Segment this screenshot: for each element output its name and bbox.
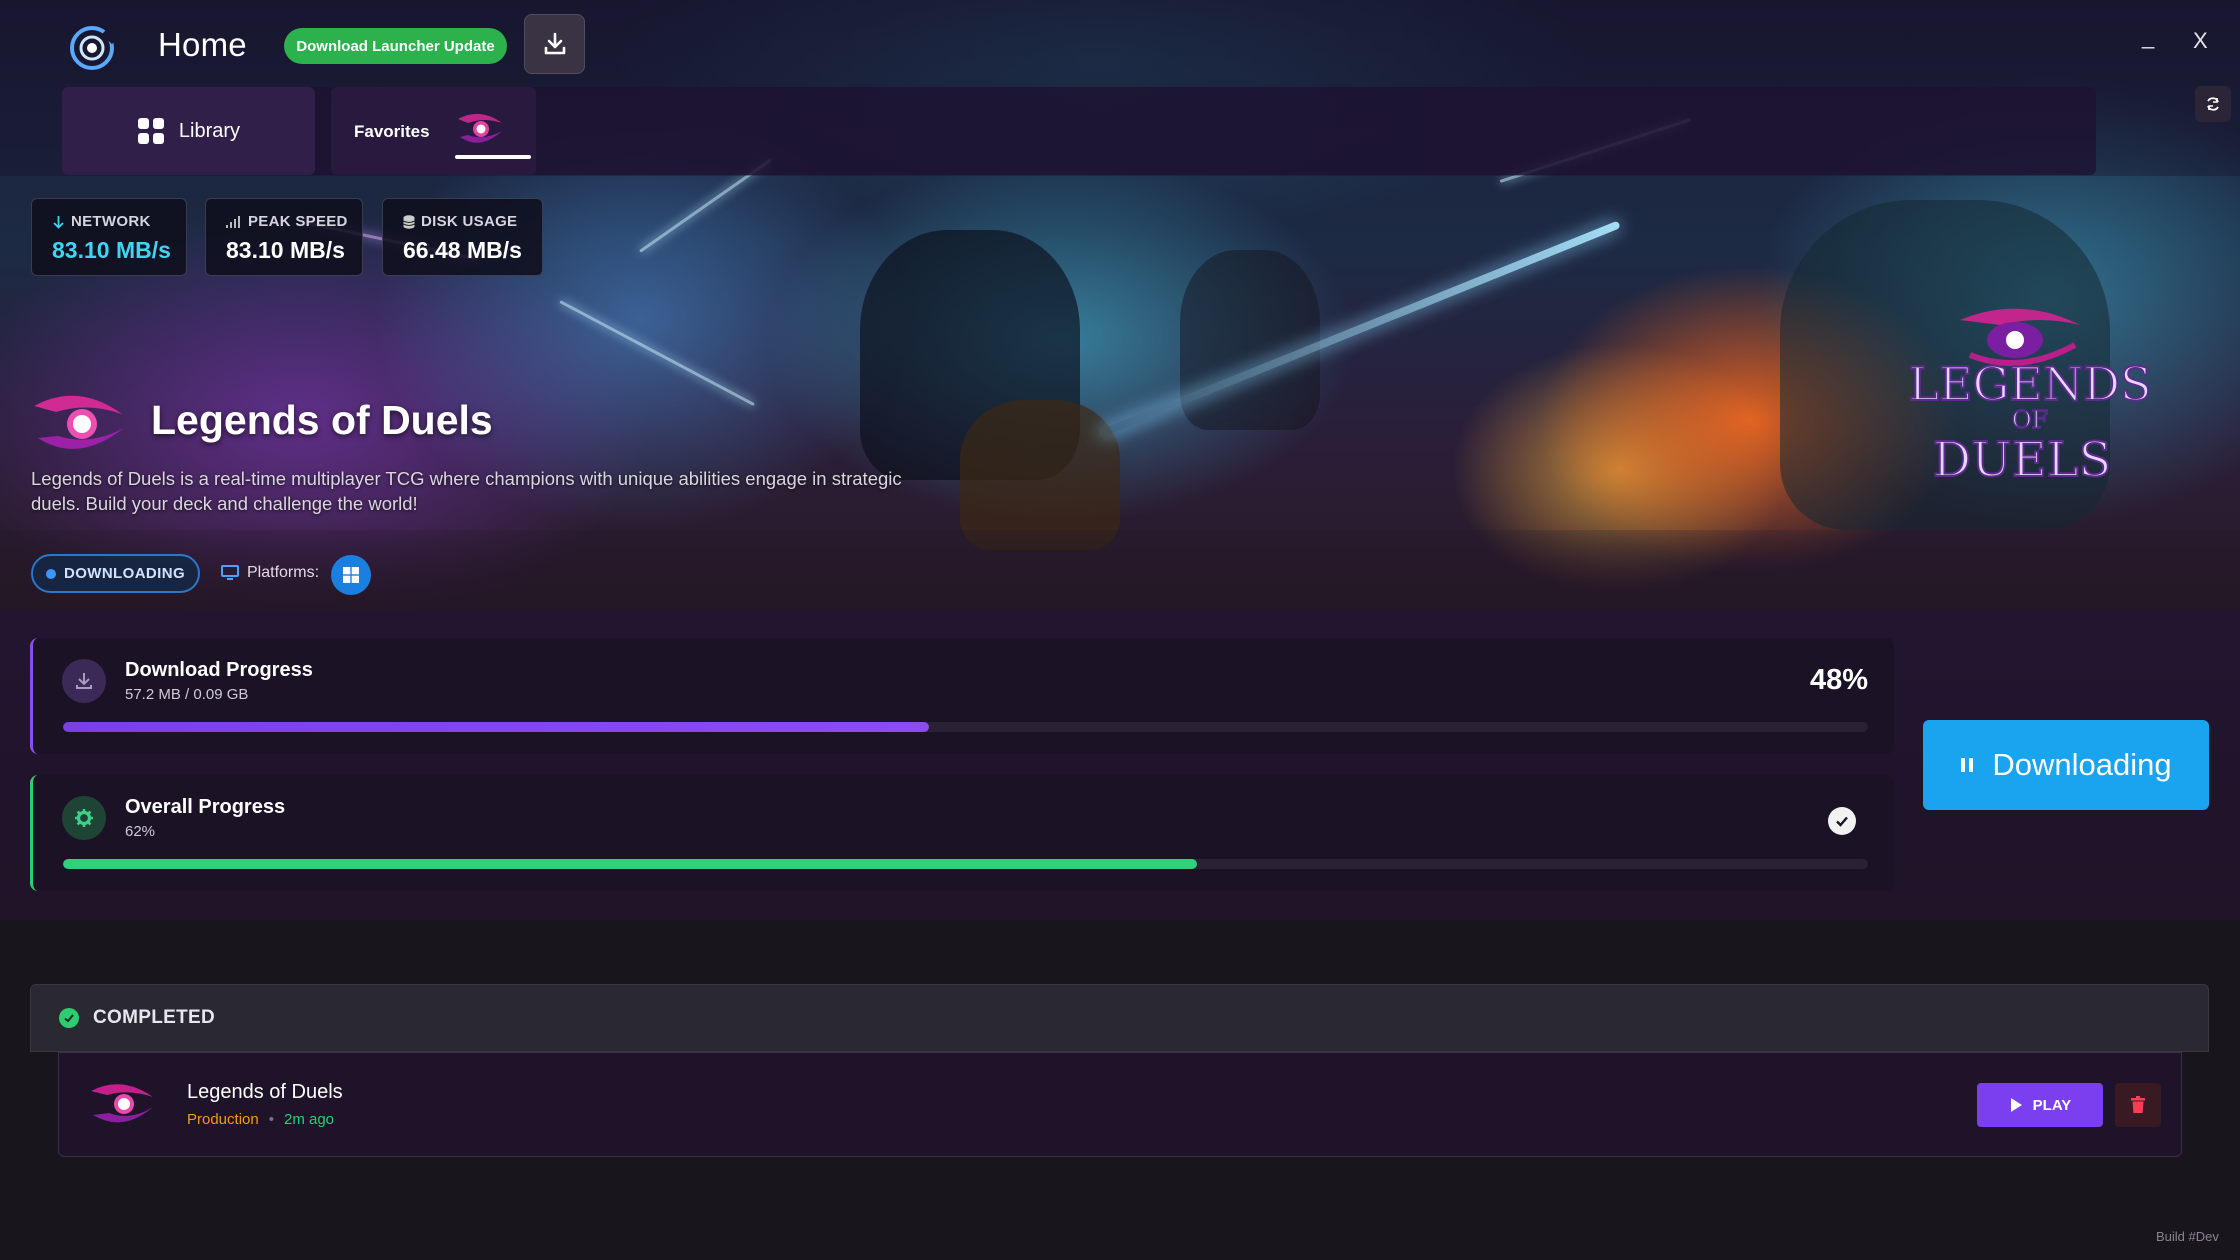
stat-network: NETWORK 83.10 MB/s bbox=[31, 198, 187, 276]
refresh-button[interactable] bbox=[2195, 86, 2231, 122]
legends-of-duels-icon bbox=[34, 395, 124, 449]
game-description: Legends of Duels is a real-time multipla… bbox=[31, 468, 902, 514]
page-title: Home bbox=[158, 26, 247, 63]
download-icon bbox=[76, 673, 92, 689]
status-badge-label: DOWNLOADING bbox=[63, 565, 186, 582]
trash-icon bbox=[2131, 1096, 2145, 1113]
logo-text-legends: LEGENDS bbox=[1908, 357, 2151, 411]
download-progress-track bbox=[63, 722, 1868, 732]
environment-label: Production bbox=[187, 1111, 259, 1128]
downloading-pause-button[interactable]: Downloading bbox=[1923, 720, 2209, 810]
download-icon bbox=[544, 32, 565, 55]
refresh-icon bbox=[2207, 97, 2219, 111]
stat-peak-speed-label: PEAK SPEED bbox=[248, 213, 348, 230]
game-title: Legends of Duels bbox=[151, 397, 493, 443]
play-icon bbox=[2010, 1098, 2022, 1112]
downloading-button-label: Downloading bbox=[1992, 747, 2172, 782]
grid-icon bbox=[137, 118, 164, 144]
stat-disk-usage-value: 66.48 MB/s bbox=[403, 237, 522, 263]
launcher-window: Home Download Launcher Update _ X Librar… bbox=[0, 0, 2240, 1260]
windows-icon bbox=[343, 567, 359, 583]
stat-disk-usage: DISK USAGE 66.48 MB/s bbox=[382, 198, 543, 276]
windows-platform-badge bbox=[331, 555, 371, 595]
arrow-down-icon bbox=[53, 215, 64, 229]
download-progress-card: Download Progress 57.2 MB / 0.09 GB 48% bbox=[30, 638, 1894, 754]
download-progress-detail: 57.2 MB / 0.09 GB bbox=[125, 686, 249, 703]
monitor-icon bbox=[221, 565, 239, 580]
overall-progress-track bbox=[63, 859, 1868, 869]
logo-text-duels: DUELS bbox=[1933, 432, 2112, 488]
status-dot bbox=[45, 568, 56, 579]
completed-item-name: Legends of Duels bbox=[187, 1081, 343, 1103]
legends-of-duels-tab-icon[interactable] bbox=[454, 109, 506, 149]
download-progress-percent: 48% bbox=[1809, 664, 1868, 696]
list-item: Legends of Duels Production • 2m ago PLA… bbox=[58, 1052, 2182, 1157]
meta-separator: • bbox=[268, 1111, 274, 1128]
tab-favorites-label: Favorites bbox=[354, 122, 430, 141]
play-button-label: PLAY bbox=[2032, 1096, 2072, 1114]
platforms-label-group: Platforms: bbox=[221, 564, 319, 582]
signal-bars-icon bbox=[226, 215, 240, 228]
tab-favorites[interactable]: Favorites bbox=[331, 87, 536, 175]
stat-network-value: 83.10 MB/s bbox=[52, 237, 171, 263]
completed-item-meta: Production • 2m ago bbox=[187, 1111, 334, 1128]
play-button[interactable]: PLAY bbox=[1977, 1083, 2103, 1127]
check-circle-icon bbox=[1828, 807, 1856, 835]
database-icon bbox=[403, 214, 415, 229]
overall-progress-card: Overall Progress 62% bbox=[30, 775, 1894, 891]
overall-progress-detail: 62% bbox=[125, 823, 156, 840]
stat-disk-usage-label: DISK USAGE bbox=[421, 213, 518, 230]
completed-time: 2m ago bbox=[283, 1111, 335, 1128]
tab-library[interactable]: Library bbox=[62, 87, 315, 175]
tab-library-label: Library bbox=[178, 119, 241, 142]
stat-peak-speed-value: 83.10 MB/s bbox=[226, 237, 345, 263]
close-button[interactable]: X bbox=[2193, 28, 2208, 54]
minimize-button[interactable]: _ bbox=[2142, 24, 2154, 50]
download-progress-fill bbox=[63, 722, 930, 732]
delete-button[interactable] bbox=[2115, 1083, 2161, 1127]
overall-progress-fill bbox=[63, 859, 1197, 869]
download-launcher-update-button[interactable]: Download Launcher Update bbox=[284, 28, 507, 64]
download-progress-title: Download Progress bbox=[125, 659, 313, 681]
active-tab-indicator bbox=[455, 155, 531, 159]
pause-icon bbox=[1961, 758, 1974, 772]
overall-progress-title: Overall Progress bbox=[125, 796, 286, 818]
status-badge: DOWNLOADING bbox=[31, 554, 200, 593]
check-circle-icon bbox=[59, 1008, 79, 1028]
game-logo-art: LEGENDS OF DUELS bbox=[1907, 308, 2153, 489]
logo-text-of: OF bbox=[2012, 406, 2048, 434]
platforms-label: Platforms: bbox=[247, 564, 320, 581]
launcher-logo-icon bbox=[70, 26, 117, 70]
completed-section-header[interactable]: COMPLETED bbox=[30, 984, 2209, 1052]
build-label: Build #Dev bbox=[2156, 1229, 2219, 1244]
legends-of-duels-icon bbox=[91, 1084, 153, 1123]
gear-icon bbox=[75, 809, 93, 827]
download-button[interactable] bbox=[524, 14, 585, 74]
stat-network-label: NETWORK bbox=[71, 213, 151, 230]
completed-section-label: COMPLETED bbox=[93, 1007, 215, 1028]
stat-peak-speed: PEAK SPEED 83.10 MB/s bbox=[205, 198, 363, 276]
